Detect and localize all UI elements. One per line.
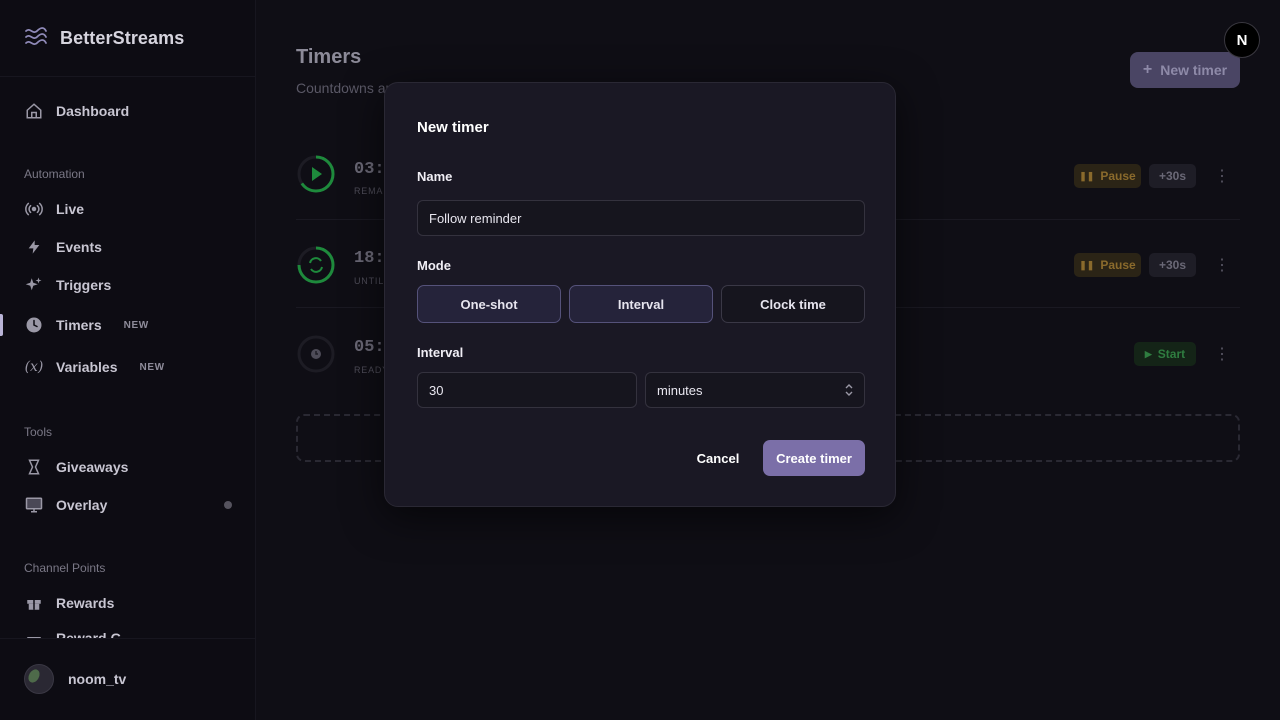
- timer-time: 05:: [354, 338, 385, 357]
- sidebar-item-live[interactable]: Live: [24, 198, 84, 220]
- gift-icon: [24, 593, 44, 613]
- clock-icon: [24, 315, 44, 335]
- mode-label: Mode: [417, 258, 451, 273]
- start-label: Start: [1157, 347, 1186, 361]
- sidebar-item-label: Variables: [56, 359, 118, 375]
- start-button[interactable]: ▶ Start: [1134, 342, 1196, 366]
- user-menu[interactable]: noom_tv: [24, 664, 126, 694]
- new-timer-button[interactable]: + New timer: [1130, 52, 1240, 88]
- chevron-updown-icon: [845, 383, 853, 397]
- add-30s-button[interactable]: +30s: [1149, 164, 1196, 188]
- cancel-button[interactable]: Cancel: [685, 440, 751, 476]
- home-icon: [24, 101, 44, 121]
- timer-state: REMAI: [354, 186, 387, 196]
- pause-label: Pause: [1100, 258, 1136, 272]
- sidebar-item-dashboard[interactable]: Dashboard: [24, 100, 129, 122]
- interval-unit-select[interactable]: minutes: [645, 372, 865, 408]
- trophy-icon: [24, 457, 44, 477]
- divider: [0, 76, 256, 77]
- sidebar-item-variables[interactable]: (x) Variables NEW: [24, 356, 165, 378]
- sidebar-item-label: Overlay: [56, 497, 108, 513]
- sidebar-item-label: Rewards: [56, 595, 115, 611]
- pause-icon: ❚❚: [1079, 259, 1095, 270]
- page-title: Timers: [296, 46, 362, 68]
- timer-progress-ring: [297, 246, 335, 284]
- sidebar-item-overlay[interactable]: Overlay: [24, 494, 107, 516]
- waves-icon: [25, 27, 47, 46]
- more-options-icon[interactable]: ⋮: [1214, 255, 1230, 275]
- divider: [0, 638, 256, 639]
- monitor-icon: [24, 495, 44, 515]
- interval-value-input[interactable]: [417, 372, 637, 408]
- new-badge: NEW: [123, 319, 149, 331]
- pause-button[interactable]: ❚❚ Pause: [1074, 164, 1141, 188]
- new-badge: NEW: [139, 361, 165, 373]
- interval-label: Interval: [417, 345, 464, 360]
- timer-time: 03:: [354, 160, 385, 179]
- avatar: [24, 664, 54, 694]
- brand[interactable]: BetterStreams: [24, 26, 184, 50]
- more-options-icon[interactable]: ⋮: [1214, 166, 1230, 186]
- sidebar-item-label: Reward G...: [56, 630, 134, 638]
- mode-one-shot-button[interactable]: One-shot: [417, 285, 561, 323]
- pause-icon: ❚❚: [1079, 170, 1095, 181]
- sidebar-item-rewards[interactable]: Rewards: [24, 592, 114, 614]
- brand-name: BetterStreams: [60, 27, 185, 48]
- status-dot: [224, 501, 232, 509]
- page-subtitle: Countdowns ar: [296, 80, 391, 96]
- play-icon: ▶: [1144, 348, 1152, 359]
- pause-button[interactable]: ❚❚ Pause: [1074, 253, 1141, 277]
- sidebar: BetterStreams Dashboard Automation Live …: [0, 0, 256, 720]
- plus-icon: +: [1142, 61, 1153, 78]
- name-label: Name: [417, 169, 453, 184]
- interval-unit-value: minutes: [657, 382, 703, 398]
- create-timer-button[interactable]: Create timer: [763, 440, 865, 476]
- section-label-automation: Automation: [24, 167, 85, 181]
- new-timer-dialog: New timer Name Mode One-shot Interval Cl…: [384, 82, 896, 507]
- username: noom_tv: [68, 671, 127, 687]
- new-timer-label: New timer: [1160, 62, 1228, 78]
- sidebar-item-triggers[interactable]: Triggers: [24, 274, 111, 296]
- broadcast-icon: [24, 199, 44, 219]
- sidebar-item-label: Live: [56, 201, 85, 217]
- sidebar-item-label: Timers: [56, 317, 102, 333]
- mode-clock-time-button[interactable]: Clock time: [721, 285, 865, 323]
- sidebar-item-label: Events: [56, 239, 102, 255]
- sidebar-item-events[interactable]: Events: [24, 236, 102, 258]
- dialog-title: New timer: [417, 119, 489, 136]
- timer-progress-ring: [297, 155, 335, 193]
- name-input[interactable]: [417, 200, 865, 236]
- add-30s-button[interactable]: +30s: [1149, 253, 1196, 277]
- mode-interval-button[interactable]: Interval: [569, 285, 713, 323]
- sidebar-item-label: Triggers: [56, 277, 112, 293]
- sidebar-item-timers[interactable]: Timers NEW: [24, 314, 149, 336]
- sidebar-item-reward-groups[interactable]: Reward G...: [24, 630, 133, 638]
- active-indicator: [0, 314, 3, 336]
- gift-icon: [24, 630, 44, 638]
- timer-progress-ring: [297, 335, 335, 373]
- timer-time: 18:: [354, 249, 385, 268]
- sidebar-item-label: Giveaways: [56, 459, 129, 475]
- repeat-icon: [309, 257, 323, 273]
- sidebar-item-giveaways[interactable]: Giveaways: [24, 456, 128, 478]
- sparkles-icon: [24, 275, 44, 295]
- variable-icon: (x): [24, 359, 44, 375]
- section-label-channel-points: Channel Points: [24, 561, 106, 575]
- sidebar-item-label: Dashboard: [56, 103, 130, 119]
- bolt-icon: [24, 237, 44, 257]
- section-label-tools: Tools: [24, 425, 53, 439]
- profile-avatar[interactable]: N: [1224, 22, 1260, 58]
- pause-label: Pause: [1100, 169, 1136, 183]
- play-icon: [312, 167, 322, 181]
- timer-state: UNTIL: [354, 276, 385, 286]
- more-options-icon[interactable]: ⋮: [1214, 344, 1230, 364]
